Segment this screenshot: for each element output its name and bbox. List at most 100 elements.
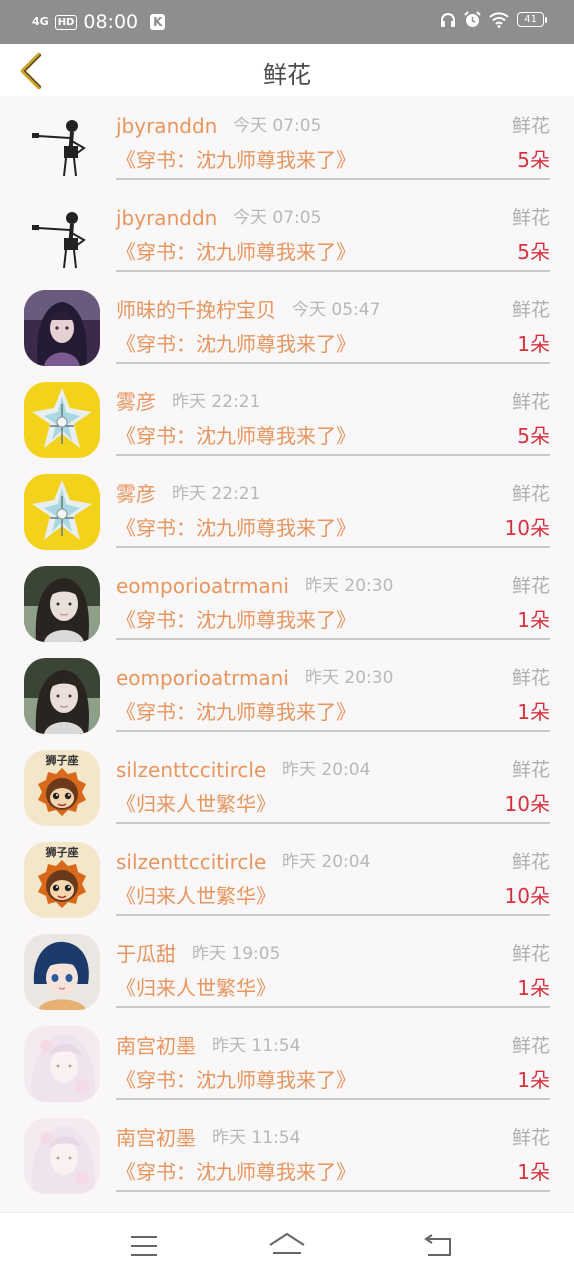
gift-record-row[interactable]: 南宫初墨 昨天 11:54 鲜花 《穿书：沈九师尊我来了》 1朵 [0, 1016, 574, 1108]
username[interactable]: silzenttccitircle [116, 848, 266, 876]
battery-indicator: 41 [517, 12, 547, 27]
book-title[interactable]: 《穿书：沈九师尊我来了》 [116, 606, 356, 634]
header-bar: 鲜花 [0, 44, 574, 96]
timestamp: 昨天 20:30 [305, 576, 394, 596]
wifi-icon [489, 11, 509, 28]
user-avatar[interactable]: 狮子座 [24, 750, 100, 826]
user-avatar[interactable] [24, 290, 100, 366]
book-title[interactable]: 《归来人世繁华》 [116, 790, 276, 818]
user-avatar[interactable] [24, 566, 100, 642]
book-title[interactable]: 《穿书：沈九师尊我来了》 [116, 698, 356, 726]
row-divider [116, 362, 550, 364]
username[interactable]: 师昧的千挽柠宝贝 [116, 296, 276, 324]
flower-count: 5朵 [517, 148, 550, 172]
book-title[interactable]: 《穿书：沈九师尊我来了》 [116, 422, 356, 450]
home-button[interactable] [267, 1231, 307, 1261]
book-title[interactable]: 《归来人世繁华》 [116, 882, 276, 910]
row-divider [116, 914, 550, 916]
book-title[interactable]: 《穿书：沈九师尊我来了》 [116, 514, 356, 542]
gift-record-row[interactable]: 于瓜甜 昨天 19:05 鲜花 《归来人世繁华》 1朵 [0, 924, 574, 1016]
gift-record-row[interactable]: 师昧的千挽柠宝贝 今天 05:47 鲜花 《穿书：沈九师尊我来了》 1朵 [0, 280, 574, 372]
row-divider [116, 822, 550, 824]
timestamp: 昨天 20:04 [282, 760, 371, 780]
username[interactable]: eomporioatrmani [116, 664, 289, 692]
back-nav-button[interactable] [418, 1231, 458, 1261]
book-title[interactable]: 《归来人世繁华》 [116, 974, 276, 1002]
username[interactable]: eomporioatrmani [116, 572, 289, 600]
gift-record-row[interactable]: 雾彦 昨天 22:21 鲜花 《穿书：沈九师尊我来了》 10朵 [0, 464, 574, 556]
username[interactable]: 雾彦 [116, 388, 156, 416]
row-divider [116, 546, 550, 548]
username[interactable]: 南宫初墨 [116, 1032, 196, 1060]
username[interactable]: silzenttccitircle [116, 756, 266, 784]
book-title[interactable]: 《穿书：沈九师尊我来了》 [116, 1066, 356, 1094]
user-avatar[interactable] [24, 1026, 100, 1102]
gift-record-row[interactable]: jbyranddn 今天 07:05 鲜花 《穿书：沈九师尊我来了》 5朵 [0, 188, 574, 280]
flower-count: 1朵 [517, 1068, 550, 1092]
flower-gift-list: jbyranddn 今天 07:05 鲜花 《穿书：沈九师尊我来了》 5朵 jb… [0, 96, 574, 1212]
row-divider [116, 1190, 550, 1192]
book-title[interactable]: 《穿书：沈九师尊我来了》 [116, 330, 356, 358]
timestamp: 昨天 20:04 [282, 852, 371, 872]
user-avatar[interactable] [24, 198, 100, 274]
timestamp: 今天 07:05 [233, 208, 322, 228]
book-title[interactable]: 《穿书：沈九师尊我来了》 [116, 146, 356, 174]
user-avatar[interactable]: 狮子座 [24, 842, 100, 918]
gift-record-row[interactable]: 狮子座 silzenttccitircle 昨天 20:04 鲜花 《归来人世繁… [0, 832, 574, 924]
flower-count: 10朵 [504, 792, 550, 816]
alarm-icon [464, 11, 481, 27]
headphone-icon [441, 12, 456, 27]
gift-record-row[interactable]: eomporioatrmani 昨天 20:30 鲜花 《穿书：沈九师尊我来了》… [0, 648, 574, 740]
timestamp: 今天 07:05 [233, 116, 322, 136]
gift-record-row[interactable]: 狮子座 silzenttccitircle 昨天 20:04 鲜花 《归来人世繁… [0, 740, 574, 832]
timestamp: 昨天 20:30 [305, 668, 394, 688]
book-title[interactable]: 《穿书：沈九师尊我来了》 [116, 238, 356, 266]
gift-record-row[interactable]: eomporioatrmani 昨天 20:30 鲜花 《穿书：沈九师尊我来了》… [0, 556, 574, 648]
gift-type-label: 鲜花 [511, 851, 550, 873]
gift-type-label: 鲜花 [511, 759, 550, 781]
username[interactable]: 雾彦 [116, 480, 156, 508]
timestamp: 昨天 19:05 [192, 944, 281, 964]
row-divider [116, 1098, 550, 1100]
menu-button[interactable] [124, 1231, 164, 1261]
home-icon [269, 1232, 305, 1254]
return-icon [424, 1234, 451, 1256]
menu-icon [131, 1236, 157, 1256]
gift-record-row[interactable]: 南宫初墨 昨天 11:54 鲜花 《穿书：沈九师尊我来了》 1朵 [0, 1108, 574, 1200]
gift-type-label: 鲜花 [511, 207, 550, 229]
timestamp: 昨天 11:54 [212, 1036, 301, 1056]
username[interactable]: jbyranddn [116, 204, 217, 232]
gift-type-label: 鲜花 [511, 1035, 550, 1057]
gift-record-row[interactable]: 雾彦 昨天 22:21 鲜花 《穿书：沈九师尊我来了》 5朵 [0, 372, 574, 464]
user-avatar[interactable] [24, 382, 100, 458]
svg-text:狮子座: 狮子座 [45, 845, 79, 859]
user-avatar[interactable] [24, 934, 100, 1010]
flower-count: 5朵 [517, 424, 550, 448]
gift-record-row[interactable]: jbyranddn 今天 07:05 鲜花 《穿书：沈九师尊我来了》 5朵 [0, 96, 574, 188]
timestamp: 昨天 22:21 [172, 392, 261, 412]
flower-count: 10朵 [504, 516, 550, 540]
status-time: 08:00 [83, 11, 139, 33]
row-divider [116, 270, 550, 272]
gift-type-label: 鲜花 [511, 115, 550, 137]
username[interactable]: jbyranddn [116, 112, 217, 140]
row-divider [116, 638, 550, 640]
page-title: 鲜花 [263, 61, 311, 89]
user-avatar[interactable] [24, 1118, 100, 1194]
user-avatar[interactable] [24, 658, 100, 734]
row-divider [116, 730, 550, 732]
timestamp: 昨天 22:21 [172, 484, 261, 504]
gift-type-label: 鲜花 [511, 299, 550, 321]
status-bar: 4G HD 08:00 K 41 [0, 0, 574, 44]
flower-count: 1朵 [517, 700, 550, 724]
flower-count: 1朵 [517, 608, 550, 632]
k-app-icon: K [150, 14, 166, 30]
user-avatar[interactable] [24, 106, 100, 182]
flower-count: 1朵 [517, 976, 550, 1000]
username[interactable]: 于瓜甜 [116, 940, 176, 968]
row-divider [116, 1006, 550, 1008]
book-title[interactable]: 《穿书：沈九师尊我来了》 [116, 1158, 356, 1186]
user-avatar[interactable] [24, 474, 100, 550]
gift-type-label: 鲜花 [511, 943, 550, 965]
username[interactable]: 南宫初墨 [116, 1124, 196, 1152]
